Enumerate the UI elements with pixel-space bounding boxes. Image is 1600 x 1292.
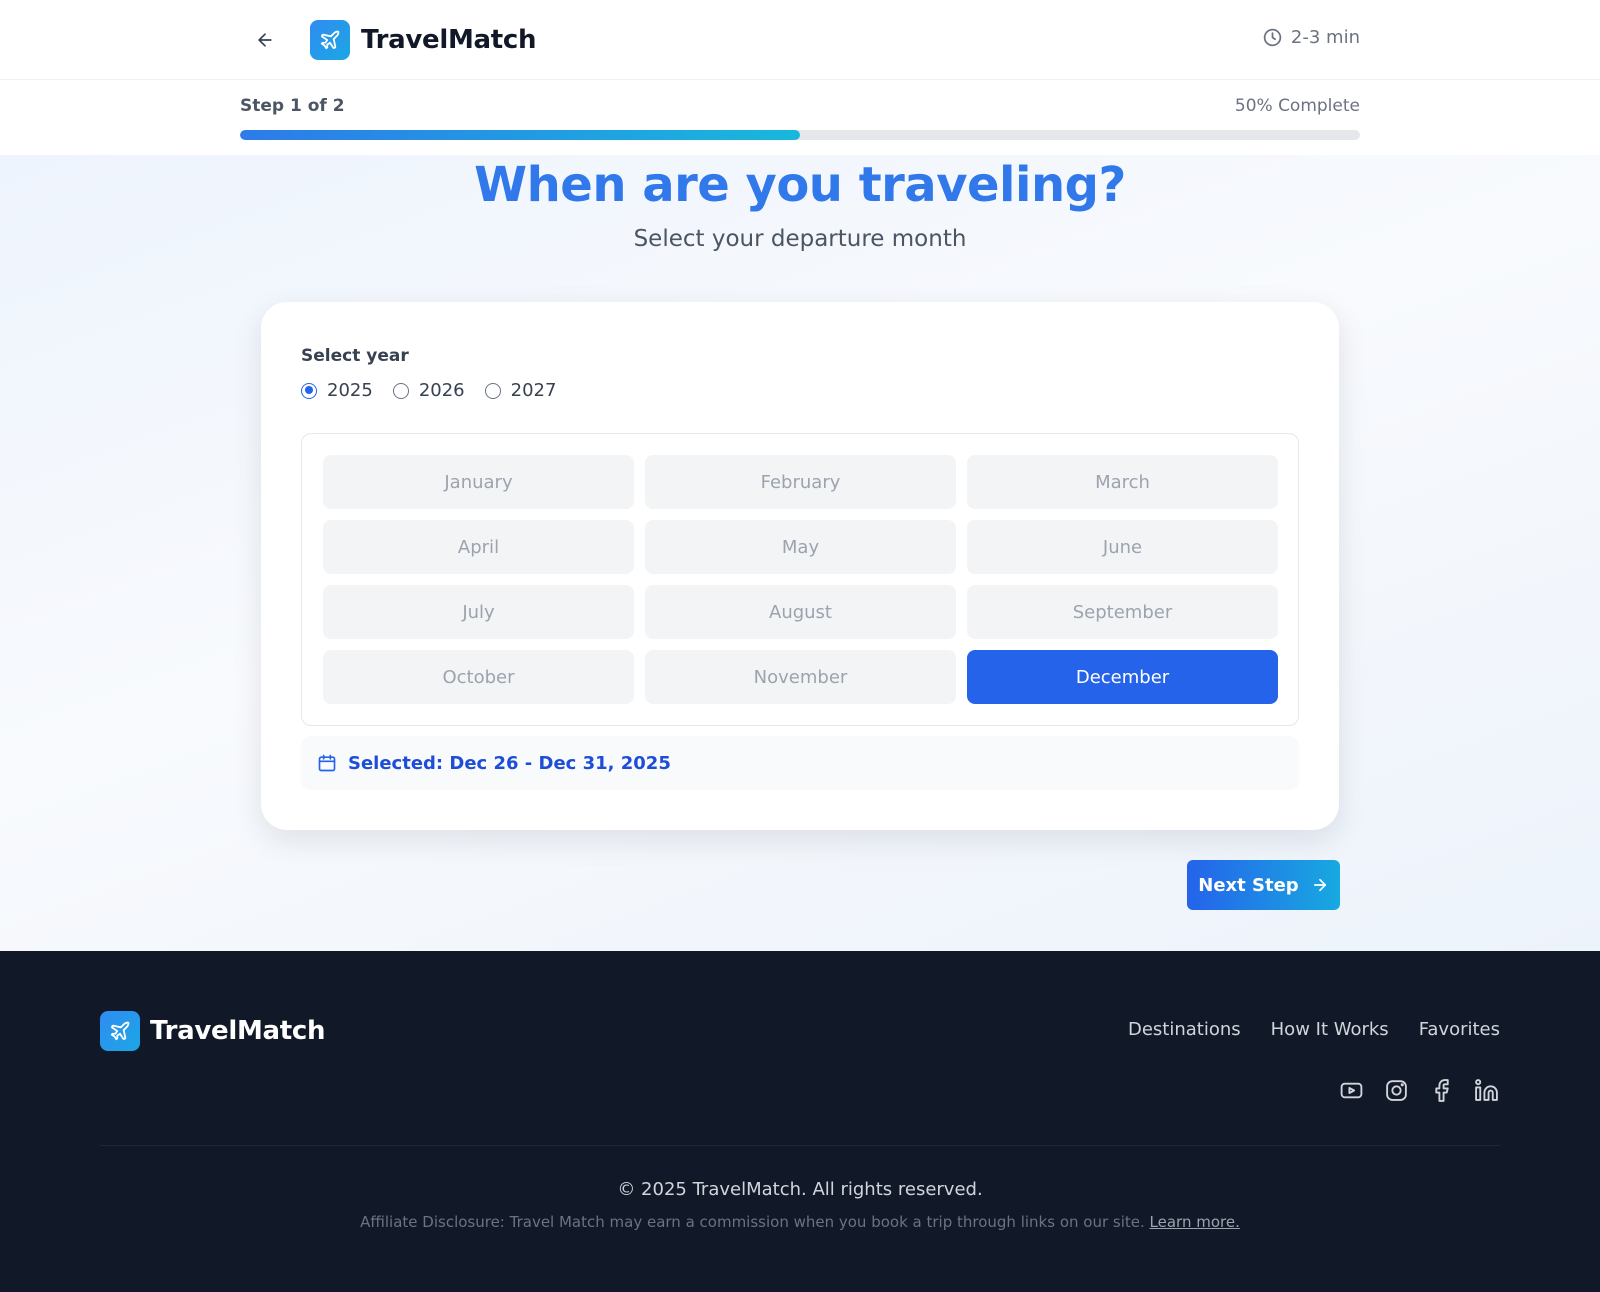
year-option-label: 2026 — [418, 380, 465, 401]
time-estimate-text: 2-3 min — [1290, 27, 1360, 48]
month-august-button[interactable]: August — [645, 585, 956, 639]
month-november-button[interactable]: November — [645, 650, 956, 704]
year-option-2027[interactable]: 2027 — [484, 380, 557, 401]
facebook-icon[interactable] — [1428, 1077, 1455, 1104]
month-picker: January February March April May June July Augu… — [301, 433, 1299, 726]
year-option-label: 2027 — [510, 380, 557, 401]
month-february-button[interactable]: February — [645, 455, 956, 509]
back-button[interactable] — [250, 27, 280, 53]
airplane-icon — [100, 1011, 140, 1051]
social-links — [1338, 1077, 1500, 1104]
year-radio[interactable] — [392, 382, 409, 399]
month-april-button[interactable]: April — [323, 520, 634, 574]
selected-range: Selected: Dec 26 - Dec 31, 2025 — [301, 736, 1299, 790]
footer-divider — [100, 1145, 1500, 1146]
month-march-button[interactable]: March — [967, 455, 1278, 509]
footer-brand-name: TravelMatch — [150, 1016, 326, 1046]
page-subtitle: Select your departure month — [633, 226, 967, 252]
time-estimate: 2-3 min — [1262, 27, 1360, 48]
percent-label: 50% Complete — [1234, 96, 1360, 116]
progress-bar — [240, 130, 1360, 140]
airplane-icon — [310, 20, 350, 60]
footer-link-how-it-works[interactable]: How It Works — [1271, 1019, 1389, 1040]
month-june-button[interactable]: June — [967, 520, 1278, 574]
month-july-button[interactable]: July — [323, 585, 634, 639]
next-step-label: Next Step — [1198, 874, 1299, 896]
top-header: TravelMatch 2-3 min — [0, 0, 1600, 80]
step-label: Step 1 of 2 — [240, 96, 345, 116]
month-december-button[interactable]: December — [967, 650, 1278, 704]
learn-more-link[interactable]: Learn more. — [1150, 1213, 1240, 1231]
footer: TravelMatch Destinations How It Works Fa… — [0, 951, 1600, 1292]
disclosure-text: Affiliate Disclosure: Travel Match may e… — [360, 1213, 1145, 1231]
footer-link-destinations[interactable]: Destinations — [1128, 1019, 1241, 1040]
month-september-button[interactable]: September — [967, 585, 1278, 639]
youtube-icon[interactable] — [1338, 1077, 1365, 1104]
month-october-button[interactable]: October — [323, 650, 634, 704]
calendar-icon — [318, 754, 336, 772]
year-option-2025[interactable]: 2025 — [301, 380, 373, 401]
progress-section: Step 1 of 2 50% Complete — [0, 81, 1600, 155]
affiliate-disclosure: Affiliate Disclosure: Travel Match may e… — [0, 1213, 1600, 1231]
main-content: When are you traveling? Select your depa… — [0, 155, 1600, 951]
clock-icon — [1263, 28, 1282, 47]
copyright-text: © 2025 TravelMatch. All rights reserved. — [617, 1179, 983, 1200]
month-january-button[interactable]: January — [323, 455, 634, 509]
footer-link-favorites[interactable]: Favorites — [1419, 1019, 1500, 1040]
linkedin-icon[interactable] — [1473, 1077, 1500, 1104]
next-step-button[interactable]: Next Step — [1187, 860, 1340, 910]
footer-logo[interactable]: TravelMatch — [100, 1011, 326, 1051]
year-option-2026[interactable]: 2026 — [392, 380, 465, 401]
progress-bar-fill — [240, 130, 800, 140]
arrow-left-icon — [258, 33, 272, 47]
year-radio[interactable] — [484, 382, 501, 399]
year-label: Select year — [301, 346, 409, 366]
brand-name: TravelMatch — [361, 25, 537, 55]
year-option-label: 2025 — [327, 380, 373, 401]
footer-nav: Destinations How It Works Favorites — [1128, 1019, 1500, 1040]
page-title: When are you traveling? — [474, 157, 1126, 213]
selected-range-text: Selected: Dec 26 - Dec 31, 2025 — [348, 752, 671, 774]
arrow-right-icon — [1313, 878, 1326, 892]
instagram-icon[interactable] — [1383, 1077, 1410, 1104]
year-radio-group: 2025 2026 2027 — [301, 380, 556, 401]
month-grid: January February March April May June July Augu… — [323, 455, 1278, 704]
month-may-button[interactable]: May — [645, 520, 956, 574]
header-logo[interactable]: TravelMatch — [310, 20, 537, 60]
date-card: Select year 2025 2026 2027 January February… — [261, 302, 1339, 830]
year-radio[interactable] — [301, 382, 317, 399]
